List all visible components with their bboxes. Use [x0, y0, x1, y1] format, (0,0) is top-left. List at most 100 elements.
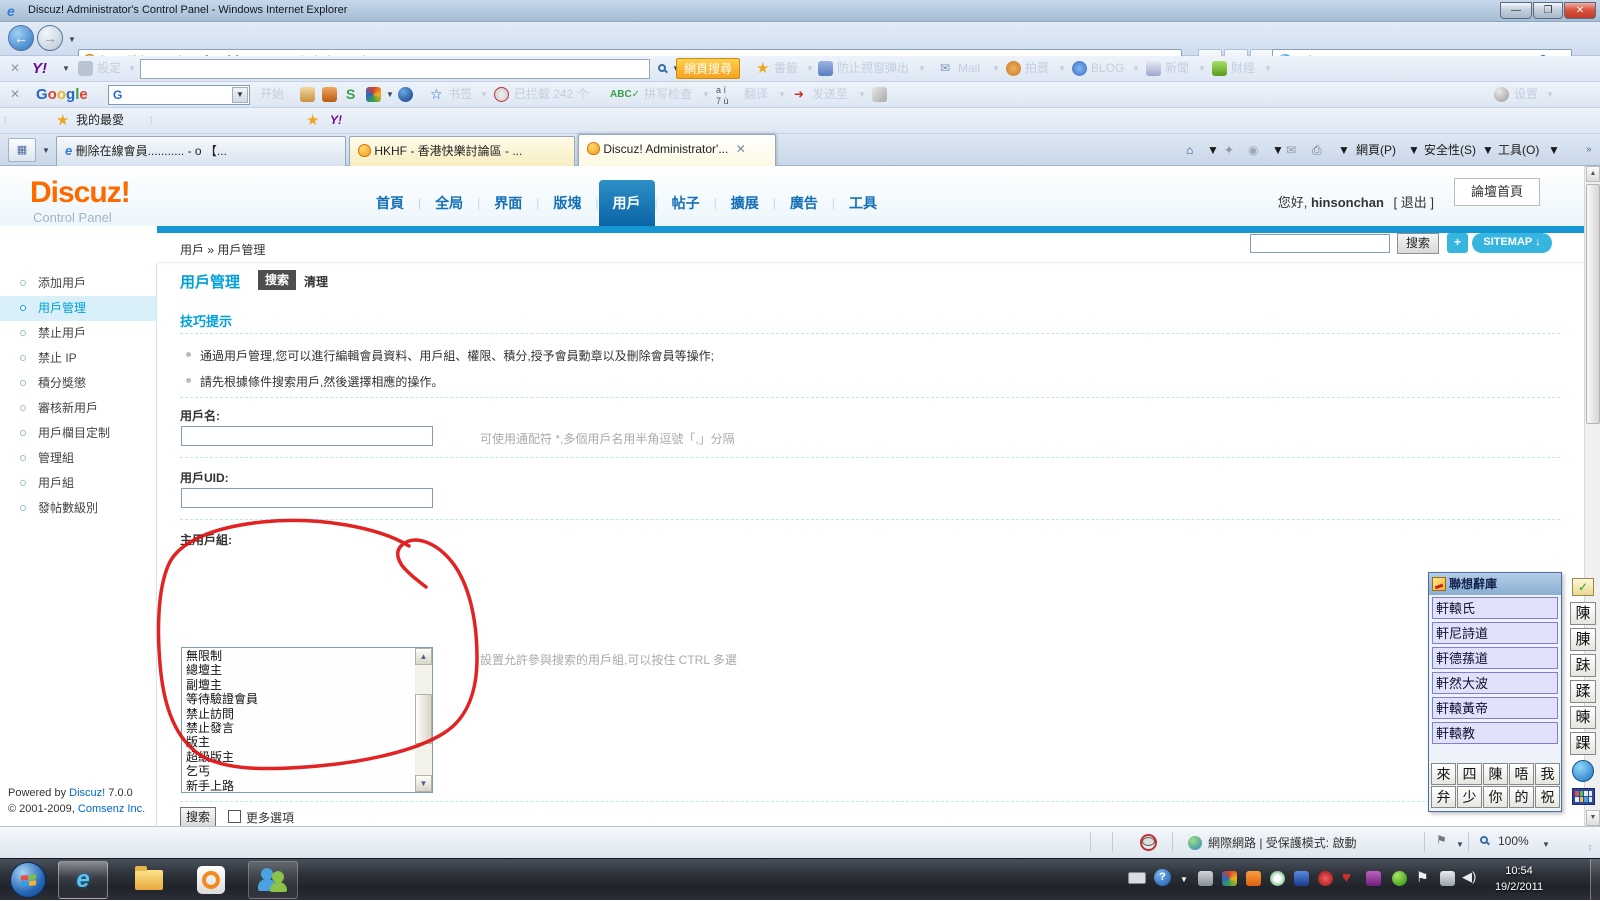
- group-option[interactable]: 等待驗證會員: [182, 692, 415, 706]
- news-label[interactable]: 新聞: [1165, 56, 1189, 81]
- print-icon[interactable]: ⎙: [1312, 134, 1322, 166]
- taskbar-ie-button[interactable]: e: [58, 861, 108, 899]
- sidebar-item-admin-groups[interactable]: 管理組: [0, 446, 156, 471]
- nav-interface[interactable]: 界面: [480, 180, 536, 226]
- sidebar-item-post-levels[interactable]: 發帖數級別: [0, 496, 156, 521]
- favorite-link[interactable]: Yahoo! Hong Kong - 雅...: [352, 108, 485, 133]
- tray-color-icon[interactable]: [1222, 871, 1237, 886]
- google-settings-icon[interactable]: [1494, 87, 1509, 102]
- google-logo[interactable]: Google: [36, 82, 88, 107]
- forum-home-button[interactable]: 論壇首頁: [1454, 178, 1540, 206]
- forward-button[interactable]: →: [37, 25, 63, 51]
- spellcheck-dropdown-icon[interactable]: ▼: [702, 82, 710, 107]
- group-option[interactable]: 乞丐: [182, 764, 415, 778]
- ime-key[interactable]: 唔: [1509, 763, 1534, 785]
- scroll-up-icon[interactable]: ▲: [415, 648, 432, 665]
- google-settings-dropdown-icon[interactable]: ▼: [1546, 82, 1554, 107]
- tab-search-active[interactable]: 搜索: [258, 270, 296, 290]
- group-option[interactable]: 超級版主: [182, 750, 415, 764]
- google-earth-icon[interactable]: [398, 87, 413, 102]
- yahoo-bookmarks-dropdown-icon[interactable]: ▼: [806, 56, 814, 81]
- sidebar-item-add-user[interactable]: 添加用戶: [0, 271, 156, 296]
- group-listbox[interactable]: 無限制 總壇主 副壇主 等待驗證會員 禁止訪問 禁止發言 版主 超級版主 乞丐 …: [181, 647, 433, 793]
- sidebar-item-ban-ip[interactable]: 禁止 IP: [0, 346, 156, 371]
- taskbar-media-player-button[interactable]: [186, 861, 236, 899]
- start-button[interactable]: [10, 862, 46, 898]
- highlighter-icon[interactable]: [872, 87, 887, 102]
- scroll-thumb[interactable]: [415, 694, 432, 744]
- overflow-chevron-icon[interactable]: »: [1586, 134, 1592, 166]
- google-images-icon[interactable]: [322, 87, 337, 102]
- close-button[interactable]: ✕: [1564, 2, 1596, 19]
- sidebar-item-ban-user[interactable]: 禁止用戶: [0, 321, 156, 346]
- tray-purple-app-icon[interactable]: [1366, 871, 1381, 886]
- google-apps-icon[interactable]: [366, 87, 381, 102]
- sitemap-button[interactable]: SITEMAP ↓: [1472, 233, 1552, 253]
- logout-link[interactable]: [ 退出 ]: [1394, 195, 1434, 210]
- expand-button[interactable]: +: [1447, 233, 1468, 253]
- ime-suggestion[interactable]: 軒轅黃帝: [1432, 697, 1558, 719]
- yahoo-search-input[interactable]: [140, 59, 650, 79]
- zoom-level[interactable]: 100%: [1498, 834, 1529, 848]
- group-option[interactable]: 無限制: [182, 649, 415, 663]
- auction-label[interactable]: 拍賣: [1025, 56, 1049, 81]
- tray-keyboard-icon[interactable]: [1128, 872, 1146, 884]
- google-search-combo[interactable]: G ▼: [108, 85, 250, 105]
- tray-monitor-icon[interactable]: [1294, 871, 1309, 886]
- zoom-dropdown-icon[interactable]: ▼: [1542, 840, 1550, 849]
- quick-tabs-button[interactable]: ▦: [8, 138, 36, 162]
- auction-icon[interactable]: [1006, 61, 1021, 76]
- action-center-flag-icon[interactable]: ⚑: [1416, 869, 1429, 886]
- sidebar-item-user-management-active[interactable]: 用戶管理: [0, 296, 156, 321]
- group-option[interactable]: 版主: [182, 735, 415, 749]
- uid-input[interactable]: [181, 488, 433, 508]
- nav-home[interactable]: 首頁: [362, 180, 418, 226]
- ime-titlebar[interactable]: 聯想辭庫: [1429, 573, 1561, 595]
- ime-suggestion[interactable]: 軒轅氏: [1432, 597, 1558, 619]
- ime-candidate[interactable]: 跊: [1570, 654, 1596, 677]
- tools-menu[interactable]: 工具(O): [1498, 134, 1539, 166]
- yahoo-logo[interactable]: Y!: [32, 56, 47, 81]
- google-send-icon[interactable]: [300, 87, 315, 102]
- google-bookmarks-dropdown-icon[interactable]: ▼: [480, 82, 488, 107]
- ime-candidate[interactable]: 陳: [1570, 602, 1596, 625]
- blog-label[interactable]: BLOG: [1091, 56, 1124, 81]
- ime-key[interactable]: 你: [1483, 786, 1508, 808]
- bookmark-add-icon[interactable]: ★: [756, 56, 769, 81]
- ime-dictionary-icon[interactable]: ✓: [1572, 578, 1594, 596]
- settings-person-icon[interactable]: [78, 61, 93, 76]
- translate-label[interactable]: 翻译: [744, 82, 768, 107]
- news-dropdown-icon[interactable]: ▼: [1198, 56, 1206, 81]
- tray-audio-app-icon[interactable]: [1318, 871, 1333, 886]
- tray-antivirus-icon[interactable]: [1270, 871, 1285, 886]
- group-option[interactable]: 副壇主: [182, 678, 415, 692]
- translate-icon[interactable]: a í7 ù: [716, 85, 729, 110]
- nav-ads[interactable]: 廣告: [776, 180, 832, 226]
- nav-posts[interactable]: 帖子: [658, 180, 714, 226]
- history-dropdown-icon[interactable]: ▼: [68, 35, 76, 44]
- blog-dropdown-icon[interactable]: ▼: [1132, 56, 1140, 81]
- send-to-icon[interactable]: ➜: [794, 82, 804, 107]
- scroll-down-icon[interactable]: ▼: [1586, 810, 1600, 826]
- search-submit-button[interactable]: 搜索: [180, 807, 216, 826]
- back-button[interactable]: ←: [8, 25, 34, 51]
- browser-tab-2[interactable]: HKHF - 香港快樂討論區 - ...: [349, 136, 575, 166]
- ime-suggestion[interactable]: 軒德蓀道: [1432, 647, 1558, 669]
- google-combo-dropdown-icon[interactable]: ▼: [232, 87, 248, 103]
- yahoo-settings-dropdown-icon[interactable]: ▼: [128, 56, 136, 81]
- ime-key[interactable]: 的: [1509, 786, 1534, 808]
- close-tab-icon[interactable]: ✕: [736, 142, 746, 156]
- browser-tab-1[interactable]: e 刪除在線會員........... - o 【...: [56, 136, 346, 166]
- resize-grip[interactable]: ⁞⁞: [1588, 843, 1591, 853]
- ime-key[interactable]: 少: [1457, 786, 1482, 808]
- read-mail-icon[interactable]: ✉: [1286, 134, 1296, 166]
- ime-key[interactable]: 陳: [1483, 763, 1508, 785]
- mail-icon[interactable]: ✉: [940, 56, 950, 81]
- ime-key[interactable]: 我: [1535, 763, 1560, 785]
- browser-tab-3-active[interactable]: Discuz! Administrator'... ✕: [578, 134, 776, 166]
- blog-icon[interactable]: [1072, 61, 1087, 76]
- finance-label[interactable]: 財經: [1231, 56, 1255, 81]
- ime-key[interactable]: 祝: [1535, 786, 1560, 808]
- zoom-icon[interactable]: [1480, 836, 1488, 844]
- status-dropdown-icon[interactable]: ▼: [1456, 840, 1464, 849]
